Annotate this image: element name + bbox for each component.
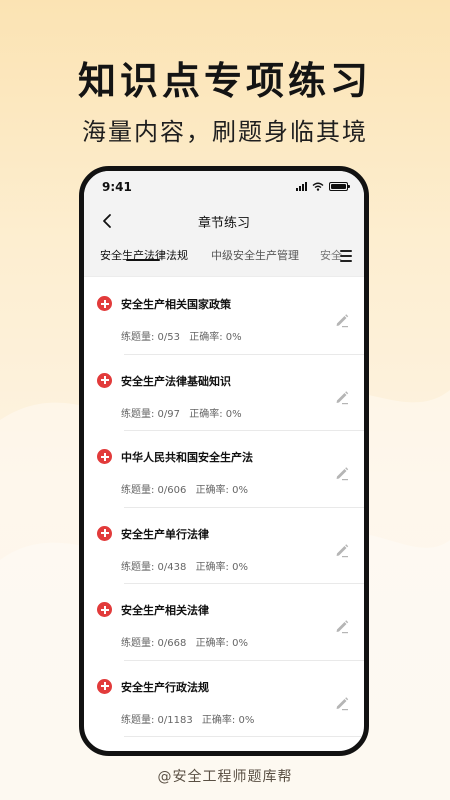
pencil-edit-icon[interactable] [334,312,350,328]
chapter-title: 安全生产相关国家政策 [121,298,231,311]
active-tab-indicator [126,259,160,261]
promo-subline: 海量内容，刷题身临其境 [82,118,368,146]
battery-icon [329,182,350,191]
tab-partial[interactable]: 安全 [320,247,342,263]
divider [124,736,364,737]
question-count: 练题量: 0/1183 [121,714,193,726]
chapter-title: 安全生产单行法律 [121,527,209,541]
promo-headline: 知识点专项练习 [77,59,372,103]
chapter-stats: 练题量: 0/97 正确率: 0% [121,405,248,420]
chapter-title: 安全生产行政法规 [121,680,209,694]
chapter-stats: 练题量: 0/438 正确率: 0% [121,558,254,573]
pencil-edit-icon[interactable] [334,465,350,481]
accuracy-rate: 正确率: 0% [189,408,242,420]
add-plus-icon[interactable] [97,296,112,311]
add-plus-icon[interactable] [97,602,112,617]
accuracy-rate: 正确率: 0% [195,638,248,649]
accuracy-rate: 正确率: 0% [195,561,248,573]
pencil-edit-icon[interactable] [334,618,350,634]
status-bar: 9:41 [84,171,364,203]
list-item[interactable]: 安全生产法律基础知识 练题量: 0/97 正确率: 0% [84,355,364,431]
question-count: 练题量: 0/438 [121,561,187,573]
question-count: 练题量: 0/606 [121,485,187,496]
chapter-stats: 练题量: 0/53 正确率: 0% [121,328,248,343]
pencil-edit-icon[interactable] [334,542,350,558]
chapter-stats: 练题量: 0/1183 正确率: 0% [121,711,260,726]
nav-bar: 章节练习 [84,203,364,239]
chapter-title: 中华人民共和国安全生产法 [121,451,253,464]
list-item[interactable]: 安全生产相关法律 练题量: 0/668 正确率: 0% [84,584,364,661]
pencil-edit-icon[interactable] [334,695,350,711]
add-plus-icon[interactable] [97,449,112,464]
list-item[interactable]: 中华人民共和国安全生产法 练题量: 0/606 正确率: 0% [84,431,364,508]
list-item[interactable]: 安全生产单行法律 练题量: 0/438 正确率: 0% [84,508,364,584]
list-item[interactable]: 安全生产行政法规 练题量: 0/1183 正确率: 0% [84,661,364,737]
chapter-stats: 练题量: 0/606 正确率: 0% [121,481,254,496]
tab-intermediate-management[interactable]: 中级安全生产管理 [211,247,299,263]
question-count: 练题量: 0/53 [121,332,181,343]
status-icons [296,182,350,191]
menu-icon[interactable] [340,250,352,262]
chapter-title: 安全生产相关法律 [121,604,209,617]
wifi-icon [312,182,324,191]
page-title: 章节练习 [197,216,250,231]
add-plus-icon[interactable] [97,678,112,694]
accuracy-rate: 正确率: 0% [201,714,255,726]
accuracy-rate: 正确率: 0% [195,485,248,496]
status-time: 9:41 [102,180,132,194]
chapter-stats: 练题量: 0/668 正确率: 0% [121,634,254,649]
question-count: 练题量: 0/668 [121,638,187,649]
chapter-title: 安全生产法律基础知识 [121,374,231,388]
phone-mockup: 9:41 章节练习 安全生产法律法规 中级安全生产管理 安全 安全生产相关国家政… [79,166,369,756]
add-plus-icon[interactable] [97,372,112,388]
chapter-list: 安全生产相关国家政策 练题量: 0/53 正确率: 0% 安全生产法律基础知识 … [84,278,364,737]
list-item[interactable]: 安全生产相关国家政策 练题量: 0/53 正确率: 0% [84,278,364,355]
signal-icon [296,182,307,191]
footer-credit: @安全工程师题库帮 [157,769,293,785]
add-plus-icon[interactable] [97,525,112,541]
pencil-edit-icon[interactable] [334,389,350,405]
chapter-tabs: 安全生产法律法规 中级安全生产管理 安全 [84,239,364,277]
question-count: 练题量: 0/97 [121,408,181,420]
accuracy-rate: 正确率: 0% [189,332,242,343]
